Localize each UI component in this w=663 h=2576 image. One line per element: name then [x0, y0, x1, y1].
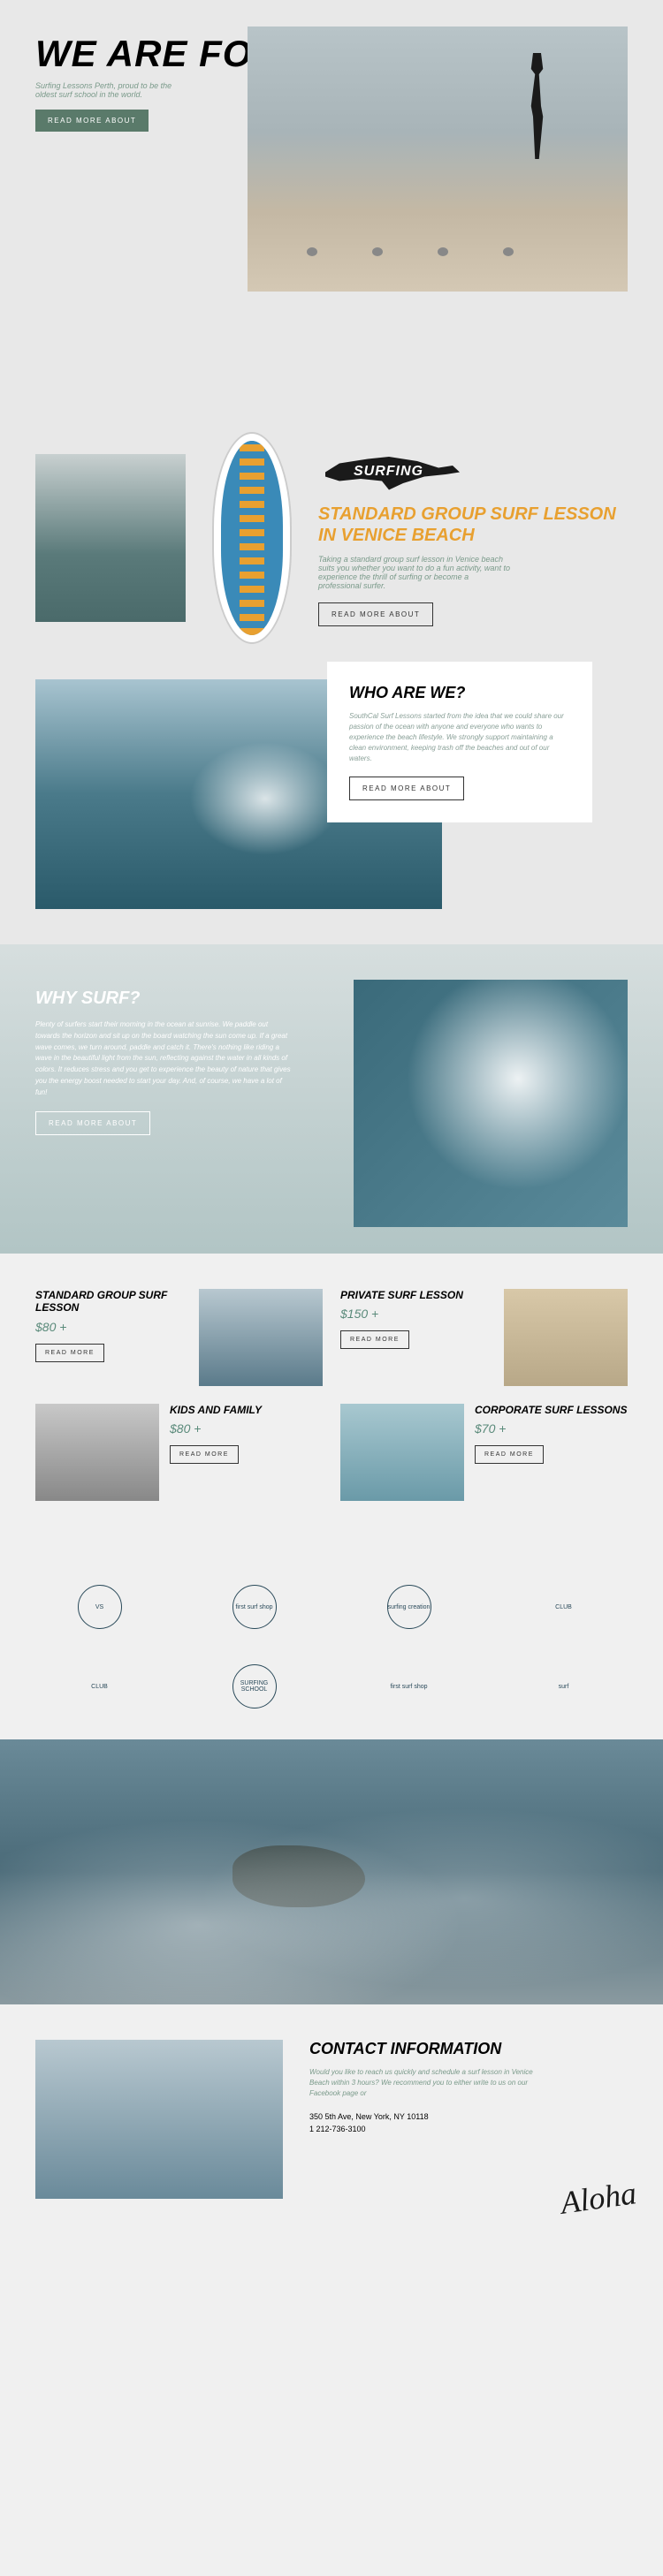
lesson-price: $150 +	[340, 1307, 493, 1321]
why-title: WHY SURF?	[35, 989, 292, 1009]
partner-logo: CLUB	[69, 1660, 131, 1713]
lesson-card: KIDS AND FAMILY $80 + READ MORE	[35, 1404, 323, 1501]
lesson-card-button[interactable]: READ MORE	[340, 1330, 409, 1349]
who-section: WHO ARE WE? SouthCal Surf Lessons starte…	[0, 679, 663, 944]
lesson-card-button[interactable]: READ MORE	[475, 1445, 544, 1464]
hero-button[interactable]: READ MORE ABOUT	[35, 110, 149, 132]
lesson-price: $80 +	[35, 1320, 188, 1334]
why-desc: Plenty of surfers start their morning in…	[35, 1019, 292, 1099]
lessons-grid: STANDARD GROUP SURF LESSON $80 + READ MO…	[0, 1254, 663, 1554]
lesson-card-title: STANDARD GROUP SURF LESSON	[35, 1289, 188, 1315]
contact-section: CONTACT INFORMATION Would you like to re…	[0, 2004, 663, 2234]
lesson-card-button[interactable]: READ MORE	[35, 1344, 104, 1362]
lesson-card-button[interactable]: READ MORE	[170, 1445, 239, 1464]
why-button[interactable]: READ MORE ABOUT	[35, 1111, 150, 1135]
partner-logo: first surf shop	[224, 1580, 286, 1633]
dolphin-logo: SURFING	[318, 451, 477, 504]
lesson-image	[35, 454, 186, 622]
lesson-card-image	[340, 1404, 464, 1501]
lesson-price: $70 +	[475, 1421, 628, 1436]
partner-logo: SURFING SCHOOL	[224, 1660, 286, 1713]
partners-section: VS first surf shop surfing creation CLUB…	[0, 1554, 663, 1739]
who-title: WHO ARE WE?	[349, 684, 570, 702]
aloha-text: Aloha	[558, 2174, 638, 2222]
partner-logo: surf	[533, 1660, 595, 1713]
standard-lesson-section: SURFING STANDARD GROUP SURF LESSON IN VE…	[0, 397, 663, 679]
lesson-card-image	[504, 1289, 628, 1386]
contact-phone: 1 212-736-3100	[309, 2124, 628, 2136]
hero-section: WE ARE FOURTHE Surfing Lessons Perth, pr…	[0, 0, 663, 397]
who-desc: SouthCal Surf Lessons started from the i…	[349, 711, 570, 764]
surfboard-icon	[212, 432, 292, 644]
hero-image	[248, 27, 628, 292]
contact-image	[35, 2040, 283, 2199]
lesson-price: $80 +	[170, 1421, 323, 1436]
contact-address: 350 5th Ave, New York, NY 10118	[309, 2111, 628, 2124]
contact-title: CONTACT INFORMATION	[309, 2040, 628, 2058]
why-image	[354, 980, 628, 1227]
lesson-card: CORPORATE SURF LESSONS $70 + READ MORE	[340, 1404, 628, 1501]
lesson-card-image	[199, 1289, 323, 1386]
why-section: WHY SURF? Plenty of surfers start their …	[0, 944, 663, 1254]
lesson-card-title: CORPORATE SURF LESSONS	[475, 1404, 628, 1416]
partner-logo: CLUB	[533, 1580, 595, 1633]
who-button[interactable]: READ MORE ABOUT	[349, 777, 464, 800]
lesson-card-image	[35, 1404, 159, 1501]
lesson-card-title: PRIVATE SURF LESSON	[340, 1289, 493, 1301]
lesson-card: STANDARD GROUP SURF LESSON $80 + READ MO…	[35, 1289, 323, 1386]
surfer-icon	[517, 53, 557, 159]
lesson-title: STANDARD GROUP SURF LESSON IN VENICE BEA…	[318, 504, 628, 546]
lesson-card: PRIVATE SURF LESSON $150 + READ MORE	[340, 1289, 628, 1386]
lesson-desc: Taking a standard group surf lesson in V…	[318, 555, 513, 590]
contact-desc: Would you like to reach us quickly and s…	[309, 2067, 539, 2099]
lesson-card-title: KIDS AND FAMILY	[170, 1404, 323, 1416]
hero-subtitle: Surfing Lessons Perth, proud to be the o…	[35, 81, 194, 99]
partner-logo: first surf shop	[378, 1660, 440, 1713]
who-card: WHO ARE WE? SouthCal Surf Lessons starte…	[327, 662, 592, 822]
partner-logo: surfing creation	[378, 1580, 440, 1633]
ocean-image	[0, 1739, 663, 2004]
lesson-button[interactable]: READ MORE ABOUT	[318, 602, 433, 626]
partner-logo: VS	[69, 1580, 131, 1633]
